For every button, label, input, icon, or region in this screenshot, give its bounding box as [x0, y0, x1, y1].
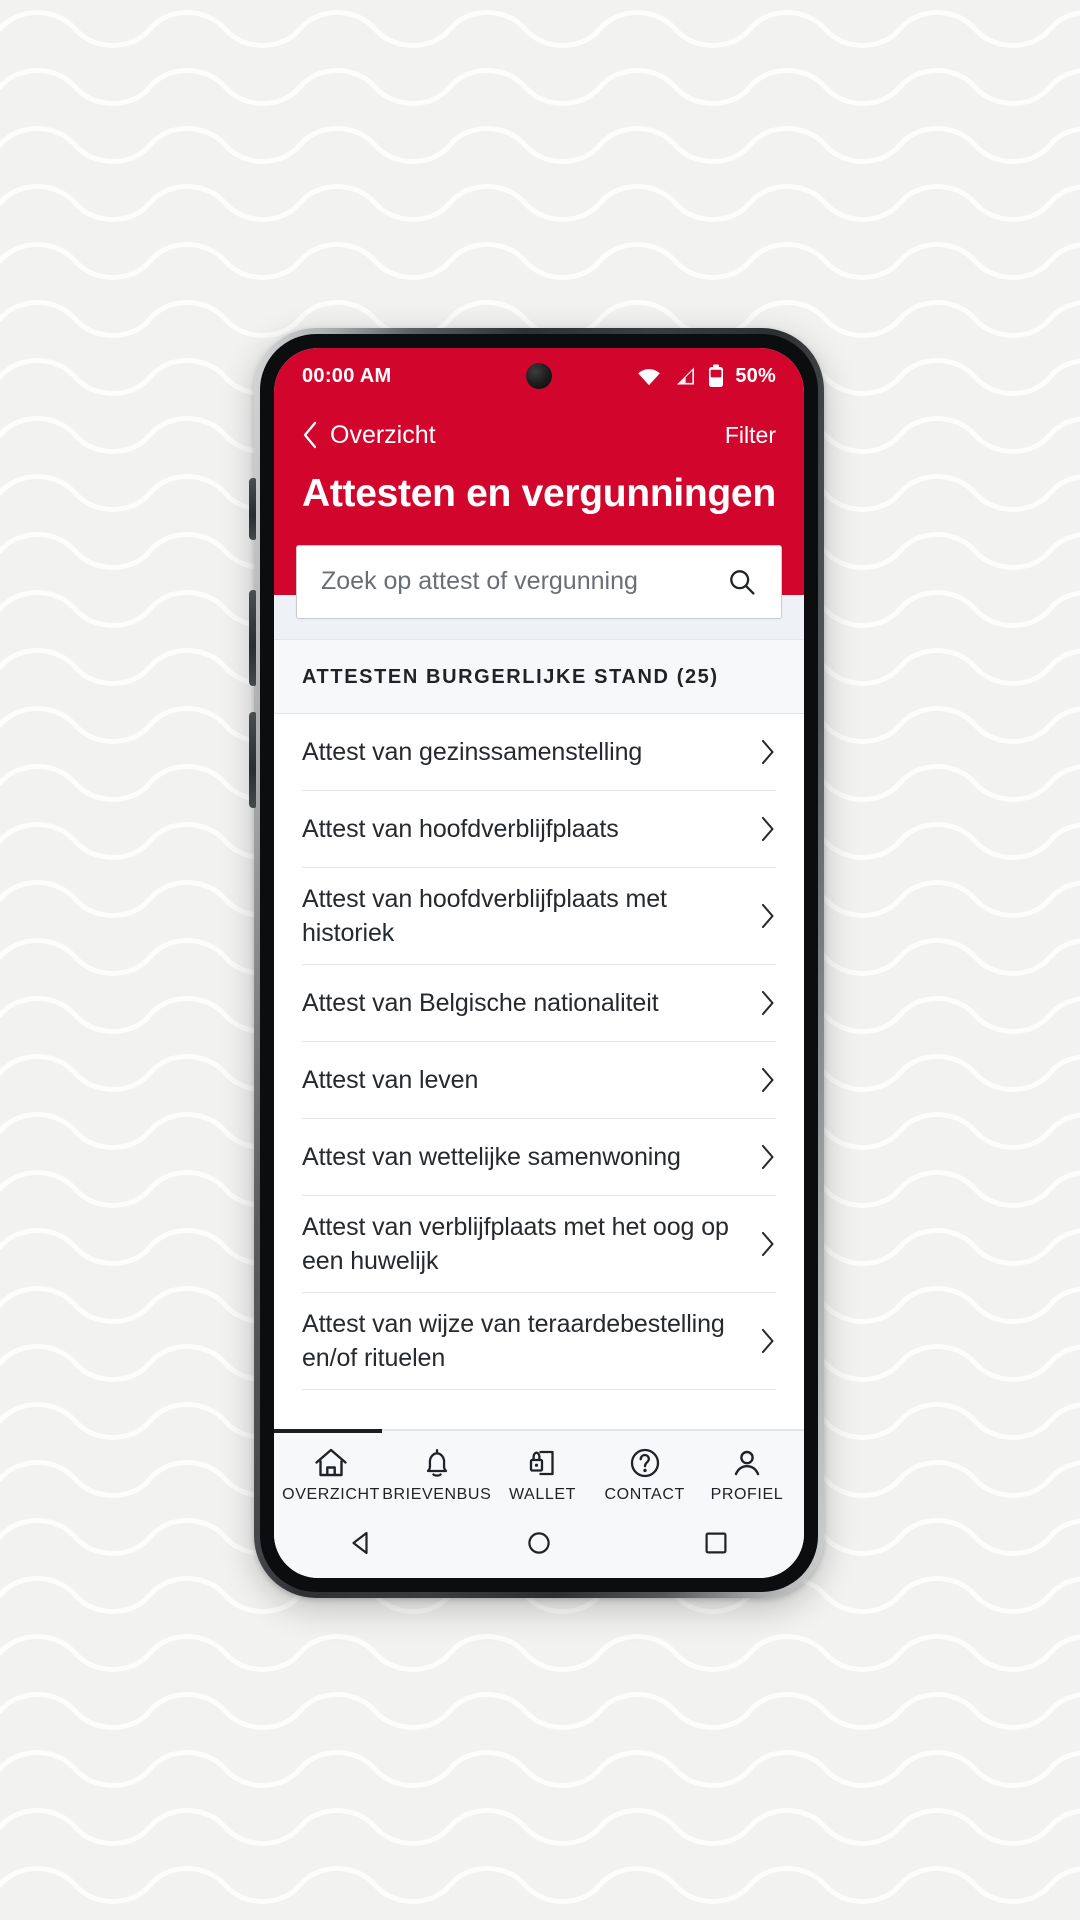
active-tab-indicator	[274, 1429, 382, 1433]
person-icon	[734, 1450, 760, 1476]
battery-percentage-label: 50%	[735, 364, 776, 387]
search-box[interactable]	[296, 544, 782, 619]
list-item-label: Attest van leven	[302, 1065, 479, 1094]
chevron-right-icon	[761, 1067, 774, 1092]
nav-item-label: OVERZICHT	[282, 1486, 381, 1503]
search-input[interactable]	[321, 567, 727, 597]
question-circle-icon	[630, 1448, 659, 1478]
list-item-label: Attest van wettelijke samenwoning	[302, 1142, 681, 1171]
back-button-label: Overzicht	[330, 420, 436, 449]
chevron-right-icon	[761, 1231, 774, 1256]
triangle-back-icon[interactable]	[347, 1528, 377, 1558]
section-header: ATTESTEN BURGERLIJKE STAND (25)	[274, 638, 804, 714]
list-item-label: Attest van hoofdverblijfplaats	[302, 814, 619, 843]
circle-home-icon[interactable]	[524, 1528, 554, 1558]
nav-item-label: WALLET	[508, 1486, 576, 1503]
nav-item-overzicht[interactable]: OVERZICHT	[280, 1447, 382, 1504]
list-item[interactable]: Attest van leven	[302, 1042, 776, 1119]
app-header: Overzicht Filter Attesten en vergunninge…	[274, 404, 804, 551]
status-bar: 00:00 AM 50%	[274, 348, 804, 404]
chevron-right-icon	[761, 990, 774, 1015]
list-item[interactable]: Attest van verblijfplaats met het oog op…	[302, 1196, 776, 1293]
list-item-label: Attest van Belgische nationaliteit	[302, 988, 659, 1017]
nav-item-label: BRIEVENBUS	[382, 1486, 492, 1503]
front-camera-punch-hole	[526, 363, 552, 389]
wallet-lock-icon	[530, 1450, 555, 1476]
chevron-right-icon	[761, 1144, 774, 1169]
nav-item-wallet[interactable]: WALLET	[491, 1447, 593, 1504]
list-item-label: Attest van gezinssamenstelling	[302, 737, 643, 766]
chevron-left-icon	[303, 421, 317, 449]
list-item-label: Attest van hoofdverblijfplaats met histo…	[302, 884, 667, 947]
nav-item-label: PROFIEL	[710, 1486, 784, 1503]
home-icon	[315, 1448, 347, 1477]
wifi-icon	[638, 369, 661, 386]
nav-item-label: CONTACT	[604, 1486, 685, 1503]
list-item[interactable]: Attest van wijze van teraardebestelling …	[302, 1293, 776, 1390]
phone-volume-down-button[interactable]	[249, 590, 256, 686]
list-item[interactable]: Attest van hoofdverblijfplaats met histo…	[302, 868, 776, 965]
chevron-right-icon	[761, 903, 774, 928]
list-item-label: Attest van wijze van teraardebestelling …	[302, 1309, 725, 1372]
nav-item-brievenbus[interactable]: BRIEVENBUS	[382, 1447, 491, 1504]
phone-screen: 00:00 AM 50% Overzicht Filter Attesten e…	[274, 348, 804, 1578]
list-item-label: Attest van verblijfplaats met het oog op…	[302, 1212, 729, 1275]
android-system-navigation-bar	[274, 1514, 804, 1578]
list-item[interactable]: Attest van hoofdverblijfplaats	[302, 791, 776, 868]
phone-volume-up-button[interactable]	[249, 712, 256, 808]
filter-button[interactable]: Filter	[725, 422, 776, 449]
square-recents-icon[interactable]	[701, 1528, 731, 1558]
header-toolbar: Overzicht Filter	[302, 404, 776, 466]
status-bar-clock: 00:00 AM	[302, 364, 392, 387]
phone-mute-button[interactable]	[249, 478, 256, 540]
chevron-right-icon	[761, 816, 774, 841]
certificates-list: Attest van gezinssamenstelling Attest va…	[274, 713, 804, 1429]
back-button[interactable]: Overzicht	[302, 421, 436, 450]
chevron-right-icon	[761, 1328, 774, 1353]
nav-item-profiel[interactable]: PROFIEL	[696, 1447, 798, 1504]
list-item[interactable]: Attest van Belgische nationaliteit	[302, 965, 776, 1042]
list-item[interactable]: Attest van wettelijke samenwoning	[302, 1119, 776, 1196]
phone-device-frame: 00:00 AM 50% Overzicht Filter Attesten e…	[249, 328, 824, 1598]
status-bar-indicators: 50%	[636, 364, 776, 388]
bottom-navigation-bar: OVERZICHT BRIEVENBUS WALLET CONTACT PROF…	[274, 1429, 804, 1514]
page-title: Attesten en vergunningen	[302, 472, 776, 515]
chevron-right-icon	[761, 739, 774, 764]
bell-icon	[426, 1449, 447, 1477]
cellular-signal-icon	[677, 367, 695, 385]
battery-icon	[709, 364, 724, 387]
list-item[interactable]: Attest van gezinssamenstelling	[302, 714, 776, 791]
nav-item-contact[interactable]: CONTACT	[594, 1447, 696, 1504]
search-icon[interactable]	[727, 567, 757, 597]
search-section	[274, 544, 804, 639]
